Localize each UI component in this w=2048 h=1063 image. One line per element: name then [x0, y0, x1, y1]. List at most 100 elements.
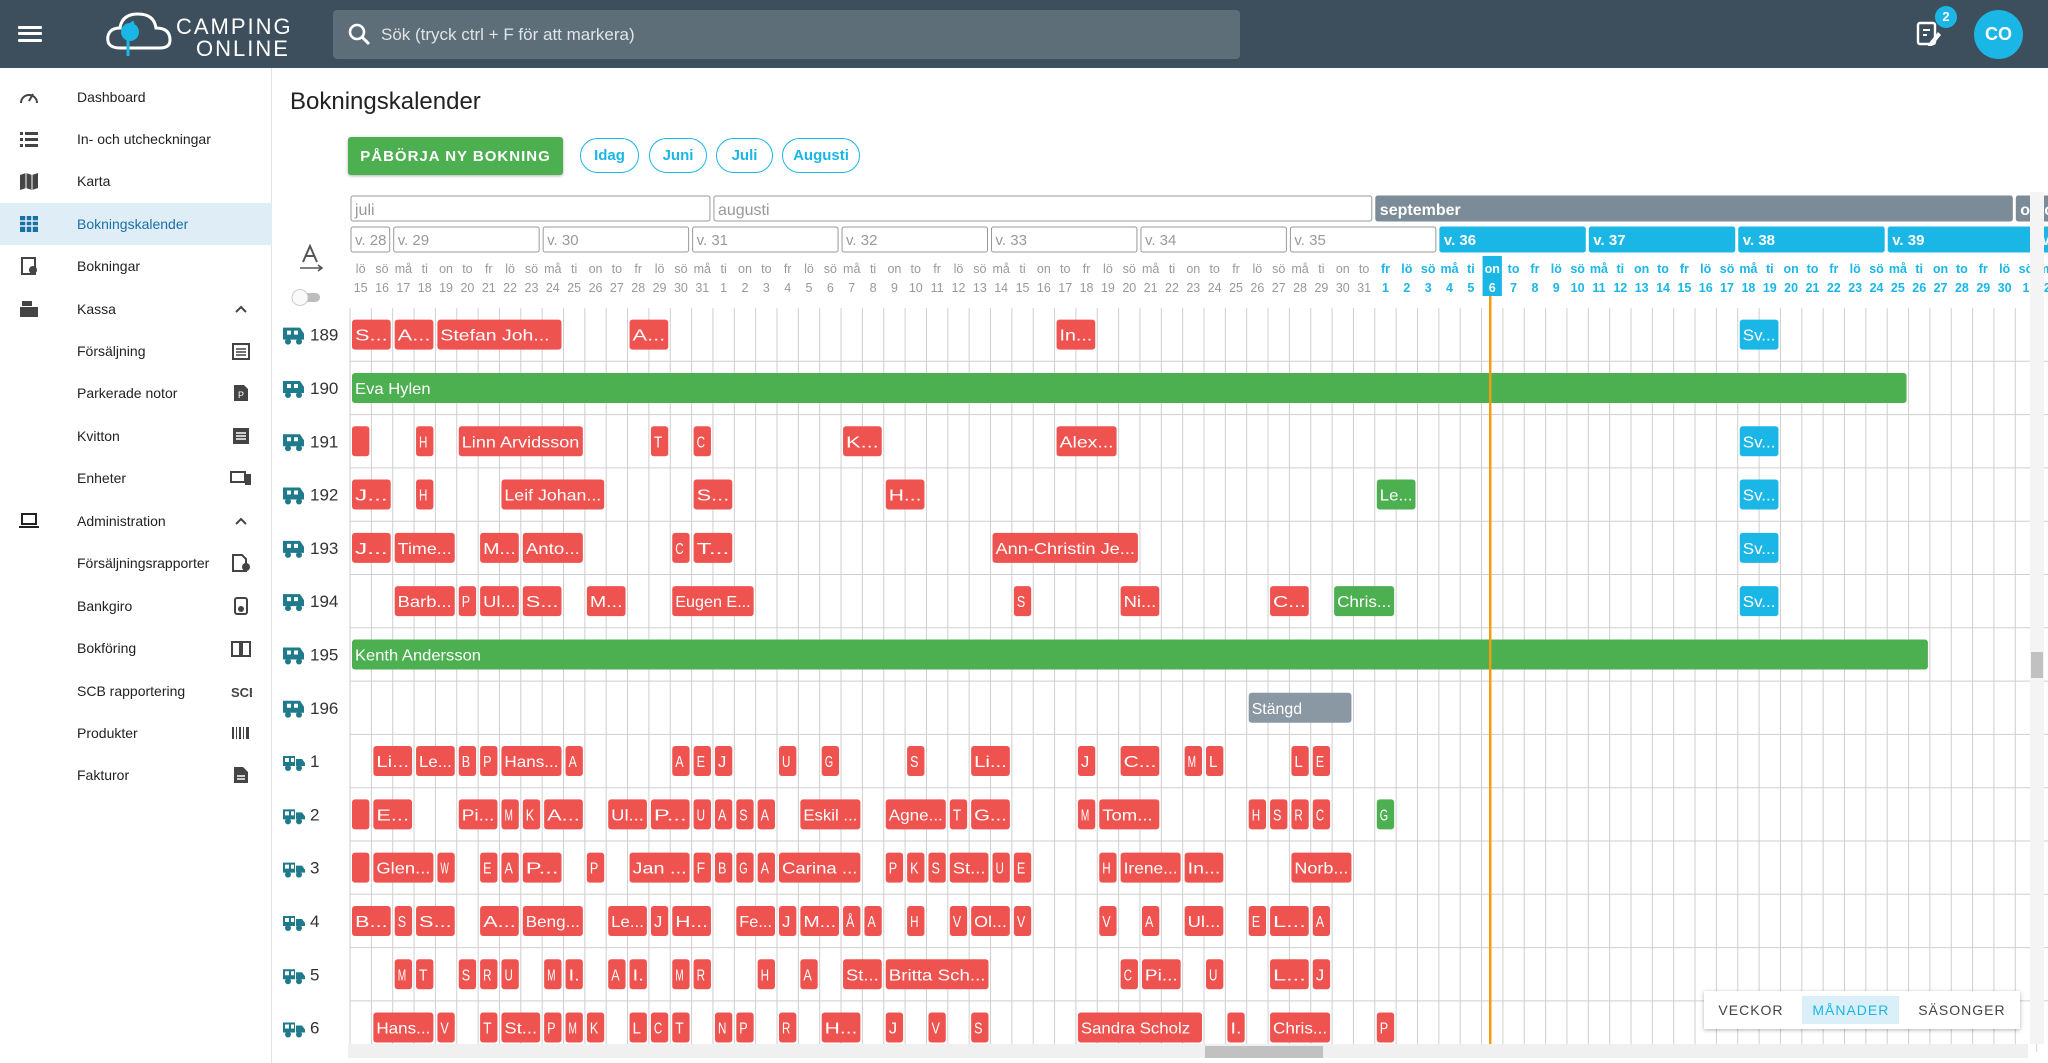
booking-block[interactable]: A: [757, 799, 775, 830]
booking-block[interactable]: E: [1013, 852, 1032, 883]
booking-block[interactable]: Agne...: [885, 799, 946, 830]
view-months-button[interactable]: MÅNADER: [1802, 996, 1900, 1024]
booking-block[interactable]: L...: [1270, 905, 1309, 936]
booking-block[interactable]: Norb...: [1291, 852, 1352, 883]
booking-block[interactable]: H...: [821, 1012, 861, 1043]
booking-block[interactable]: A...: [394, 319, 434, 350]
booking-block[interactable]: E: [480, 852, 498, 883]
sidebar-item-enheter[interactable]: Enheter: [0, 457, 272, 499]
booking-block[interactable]: Time...: [394, 532, 455, 563]
booking-block[interactable]: G: [1376, 799, 1395, 830]
booking-block[interactable]: J...: [352, 479, 391, 510]
booking-block[interactable]: C: [1312, 799, 1331, 830]
booking-block[interactable]: S: [907, 746, 925, 777]
booking-block[interactable]: N: [714, 1012, 733, 1043]
booking-block[interactable]: H...: [885, 479, 925, 510]
booking-block[interactable]: J: [1077, 746, 1096, 777]
sidebar-item-fakturor[interactable]: Fakturor: [0, 754, 272, 796]
view-weeks-button[interactable]: VECKOR: [1708, 996, 1793, 1024]
hamburger-menu-icon[interactable]: [16, 20, 44, 48]
booking-block[interactable]: Eva Hylen: [352, 372, 1907, 403]
sidebar-item-scb-rapportering[interactable]: SCB rapportering SCB: [0, 670, 272, 712]
booking-block[interactable]: U: [501, 959, 519, 990]
booking-block[interactable]: K: [907, 852, 925, 883]
booking-block[interactable]: V: [1013, 905, 1032, 936]
booking-block[interactable]: P: [480, 746, 498, 777]
booking-block[interactable]: T: [480, 1012, 498, 1043]
booking-block[interactable]: A: [714, 799, 733, 830]
booking-block[interactable]: A: [608, 959, 626, 990]
booking-block[interactable]: U: [1206, 959, 1224, 990]
booking-block[interactable]: C: [672, 532, 690, 563]
sidebar-item-dashboard[interactable]: Dashboard: [0, 76, 272, 118]
booking-block[interactable]: A: [672, 746, 690, 777]
booking-block[interactable]: M: [544, 959, 562, 990]
booking-block[interactable]: Pi...: [1141, 959, 1181, 990]
booking-block[interactable]: S: [394, 905, 413, 936]
booking-block[interactable]: H: [416, 426, 434, 457]
booking-block[interactable]: G: [736, 852, 754, 883]
booking-block[interactable]: M: [565, 1012, 583, 1043]
chip-august[interactable]: Augusti: [782, 138, 860, 173]
booking-block[interactable]: V: [437, 1012, 455, 1043]
booking-block[interactable]: Britta Sch...: [885, 959, 989, 990]
booking-block[interactable]: I.: [1227, 1012, 1245, 1043]
booking-block[interactable]: J: [1312, 959, 1331, 990]
booking-block[interactable]: R: [779, 1012, 797, 1043]
booking-block[interactable]: T...: [693, 532, 733, 563]
booking-block[interactable]: H: [757, 959, 775, 990]
sidebar-item-bankgiro[interactable]: Bankgiro: [0, 585, 272, 627]
booking-block[interactable]: Pi...: [458, 799, 498, 830]
chevron-up-icon[interactable]: [232, 512, 250, 530]
booking-block[interactable]: St...: [949, 852, 989, 883]
booking-block[interactable]: Ann-Christin Je...: [992, 532, 1138, 563]
sidebar-item-parkerade-notor[interactable]: Parkerade notor P: [0, 372, 272, 414]
booking-block[interactable]: Ni...: [1120, 586, 1160, 617]
booking-block[interactable]: Fe...: [736, 905, 775, 936]
booking-block[interactable]: In...: [1184, 852, 1224, 883]
booking-block[interactable]: Irene...: [1120, 852, 1181, 883]
booking-block[interactable]: P: [586, 852, 605, 883]
horizontal-scrollbar[interactable]: [348, 1044, 2028, 1058]
month-header[interactable]: [1375, 195, 2013, 222]
booking-block[interactable]: A: [757, 852, 775, 883]
horizontal-scroll-thumb[interactable]: [1205, 1046, 1323, 1058]
booking-block[interactable]: Glen...: [373, 852, 434, 883]
booking-block[interactable]: U: [779, 746, 797, 777]
booking-block[interactable]: P: [736, 1012, 754, 1043]
sidebar-item-försäljningsrapporter[interactable]: Försäljningsrapporter: [0, 542, 272, 584]
booking-block[interactable]: B...: [352, 905, 391, 936]
booking-block[interactable]: [352, 799, 370, 830]
booking-block[interactable]: M...: [586, 586, 626, 617]
booking-block[interactable]: U: [992, 852, 1010, 883]
vertical-scrollbar[interactable]: [2030, 192, 2044, 1044]
booking-block[interactable]: S: [928, 852, 946, 883]
booking-block[interactable]: A: [864, 905, 882, 936]
booking-block[interactable]: Sv...: [1739, 319, 1779, 350]
booking-block[interactable]: Ul...: [480, 586, 519, 617]
booking-block[interactable]: P: [1376, 1012, 1395, 1043]
booking-block[interactable]: T: [672, 1012, 690, 1043]
booking-block[interactable]: Le...: [416, 746, 455, 777]
booking-block[interactable]: Sv...: [1739, 479, 1779, 510]
chip-july[interactable]: Juli: [716, 138, 773, 173]
sidebar-item-försäljning[interactable]: Försäljning: [0, 330, 272, 372]
booking-block[interactable]: S: [1013, 586, 1032, 617]
booking-block[interactable]: Sv...: [1739, 426, 1779, 457]
booking-block[interactable]: J: [779, 905, 797, 936]
booking-block[interactable]: S...: [522, 586, 562, 617]
booking-block[interactable]: M...: [800, 905, 840, 936]
sidebar-item-bokningar[interactable]: Bokningar: [0, 245, 272, 287]
booking-block[interactable]: M: [394, 959, 413, 990]
booking-block[interactable]: St...: [501, 1012, 541, 1043]
booking-block[interactable]: Carina ...: [779, 852, 861, 883]
booking-block[interactable]: R: [693, 959, 711, 990]
booking-block[interactable]: J: [714, 746, 733, 777]
booking-block[interactable]: T: [650, 426, 669, 457]
booking-block[interactable]: L: [629, 1012, 647, 1043]
sidebar-item-produkter[interactable]: Produkter: [0, 712, 272, 754]
sidebar-item-kvitton[interactable]: Kvitton: [0, 415, 272, 457]
booking-block[interactable]: E...: [373, 799, 413, 830]
booking-block[interactable]: T: [949, 799, 968, 830]
sidebar-item-bokningskalender[interactable]: Bokningskalender: [0, 203, 272, 245]
